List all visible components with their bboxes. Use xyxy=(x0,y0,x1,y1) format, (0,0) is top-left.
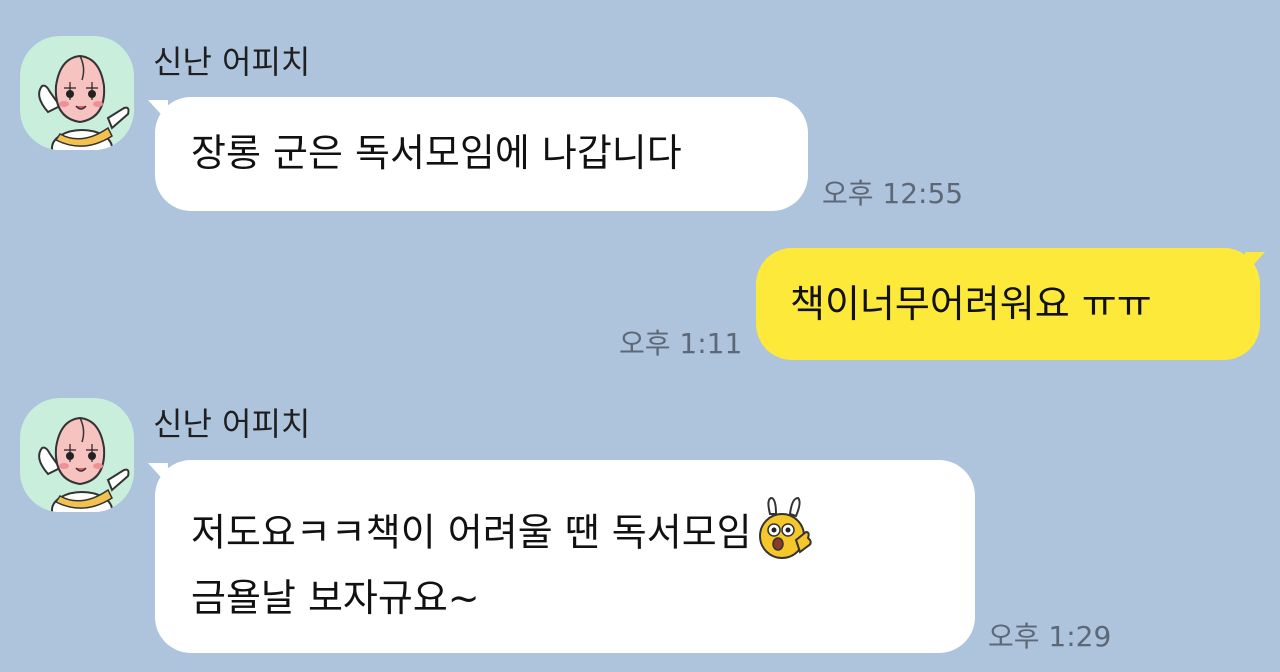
message-bubble[interactable]: 장롱 군은 독서모임에 나갑니다 xyxy=(155,97,808,211)
message-bubble[interactable]: 저도요ㅋㅋ책이 어려울 땐 독서모임 금욜날 보자규요~ xyxy=(155,460,975,653)
sender-name: 신난 어피치 xyxy=(153,405,311,443)
message-timestamp: 오후 1:11 xyxy=(619,327,743,360)
peach-character-avatar-icon xyxy=(38,416,130,512)
peach-character-avatar-icon xyxy=(38,54,130,150)
message-text: 저도요ㅋㅋ책이 어려울 땐 독서모임 xyxy=(191,510,752,555)
message-timestamp: 오후 1:29 xyxy=(988,620,1112,653)
message-timestamp: 오후 12:55 xyxy=(822,177,964,210)
sender-name: 신난 어피치 xyxy=(153,43,311,81)
sender-avatar[interactable] xyxy=(20,398,134,512)
message-text-line: 저도요ㅋㅋ책이 어려울 땐 독서모임 xyxy=(191,496,975,570)
sender-avatar[interactable] xyxy=(20,36,134,150)
message-bubble[interactable]: 책이너무어려워요 ㅠㅠ xyxy=(756,248,1260,360)
thumbs-up-character-icon xyxy=(754,496,812,566)
bubble-tail xyxy=(1245,252,1265,274)
message-text: 책이너무어려워요 ㅠㅠ xyxy=(790,282,1152,326)
message-text: 금욜날 보자규요~ xyxy=(191,576,480,620)
message-text: 장롱 군은 독서모임에 나갑니다 xyxy=(191,131,682,175)
